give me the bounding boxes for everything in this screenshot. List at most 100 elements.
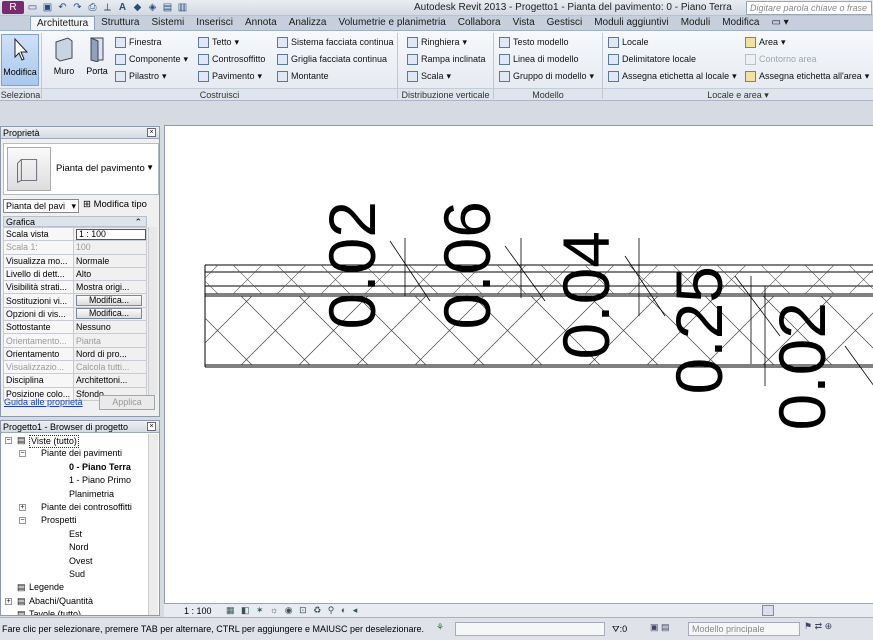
tab-collabora[interactable]: Collabora <box>452 16 507 30</box>
3d-view-icon[interactable]: ◆ <box>131 1 144 14</box>
tab-struttura[interactable]: Struttura <box>95 16 145 30</box>
search-input[interactable]: Digitare parola chiave o frase <box>746 1 872 15</box>
section-icon[interactable]: ◈ <box>146 1 159 14</box>
tree-node[interactable]: Sud <box>1 568 149 581</box>
curtain-system-button[interactable]: Sistema facciata continua <box>277 34 394 50</box>
measure-icon[interactable]: ⟂ <box>101 1 114 14</box>
properties-help-link[interactable]: Guida alle proprietà <box>4 397 83 407</box>
redo-icon[interactable]: ↷ <box>71 1 84 14</box>
room-separator-button[interactable]: Delimitatore locale <box>608 51 696 67</box>
collapse-icon[interactable]: − <box>19 450 26 458</box>
property-row[interactable]: Scala vista 1 : 100 <box>3 226 147 242</box>
dimension-text[interactable]: 0.06 <box>430 201 504 329</box>
view-controls-icons[interactable]: ▦ ◧ ✶ ☼ ◉ ⊡ ♻ ⚲ ◐ ◂ <box>226 605 359 616</box>
wall-button[interactable]: Muro <box>48 34 80 86</box>
property-row[interactable]: Disciplina Architettoni... <box>3 373 147 388</box>
design-option-selector[interactable]: Modello principale <box>688 622 800 636</box>
tree-node[interactable]: 0 - Piano Terra <box>1 461 149 474</box>
tab-modifica[interactable]: Modifica <box>716 16 765 30</box>
area-button[interactable]: Area ▾ <box>745 34 786 50</box>
close-icon[interactable]: × <box>147 128 156 137</box>
tree-node[interactable]: − ▤ Viste (tutto) <box>1 434 149 448</box>
tab-analizza[interactable]: Analizza <box>283 16 333 30</box>
tree-node[interactable]: + ▤ Abachi/Quantità <box>1 595 149 608</box>
print-icon[interactable]: ⎙ <box>86 1 99 14</box>
filter-count[interactable]: ⛛:0 <box>612 624 627 635</box>
tab-architettura[interactable]: Architettura <box>30 16 96 30</box>
open-icon[interactable]: ▭ <box>26 1 39 14</box>
tree-node[interactable]: ▤ Legende <box>1 581 149 594</box>
workset-field[interactable] <box>455 622 605 636</box>
close-views-icon[interactable]: ▤ <box>161 1 174 14</box>
group-header[interactable]: Grafica ⌃ <box>3 216 147 227</box>
dimension-text[interactable]: 0.04 <box>549 231 623 359</box>
property-value[interactable]: Nessuno <box>76 322 111 332</box>
property-value[interactable]: Mostra origi... <box>76 282 129 292</box>
model-line-button[interactable]: Linea di modello <box>499 51 579 67</box>
modify-button[interactable]: Modifica <box>1 34 39 86</box>
edit-type-button[interactable]: ⊞ Modifica tipo <box>83 199 147 210</box>
curtain-grid-button[interactable]: Griglia facciata continua <box>277 51 387 67</box>
property-value[interactable]: Nord di pro... <box>76 349 127 359</box>
roof-button[interactable]: Tetto ▾ <box>198 34 239 50</box>
property-row[interactable]: Sottostante Nessuno <box>3 320 147 335</box>
drawing-canvas[interactable]: 0.02 0.06 0.04 0.25 0.02 <box>164 125 873 603</box>
property-row[interactable]: Orientamento Nord di pro... <box>3 346 147 361</box>
worksharing-icon[interactable]: ⚘ <box>436 622 444 633</box>
tree-node[interactable]: ▤ Tavole (tutto) <box>1 608 149 615</box>
type-selector[interactable]: Pianta del pavimento ▼ <box>3 143 159 195</box>
property-row[interactable]: Scala 1: 100 <box>3 240 147 255</box>
status-tool-icons[interactable]: ⚑ ⇄ ⊕ <box>804 621 832 632</box>
undo-icon[interactable]: ↶ <box>56 1 69 14</box>
property-value[interactable]: Architettoni... <box>76 375 127 385</box>
property-row[interactable]: Orientamento... Pianta <box>3 333 147 348</box>
ramp-button[interactable]: Rampa inclinata <box>407 51 486 67</box>
scrollbar[interactable] <box>148 227 157 395</box>
property-row[interactable]: Visibilità strati... Mostra origi... <box>3 280 147 295</box>
mullion-button[interactable]: Montante <box>277 68 329 84</box>
tab-moduli-aggiuntivi[interactable]: Moduli aggiuntivi <box>588 16 675 30</box>
dropdown-arrow-icon[interactable]: ▾ <box>764 90 769 100</box>
model-text-button[interactable]: Testo modello <box>499 34 569 50</box>
tab-sistemi[interactable]: Sistemi <box>146 16 191 30</box>
tree-node[interactable]: − Piante dei pavimenti <box>1 447 149 460</box>
view-scale[interactable]: 1 : 100 <box>184 606 212 616</box>
property-row[interactable]: Livello di dett... Alto <box>3 266 147 282</box>
property-value[interactable]: 1 : 100 <box>76 228 146 240</box>
expand-icon[interactable]: + <box>5 597 12 605</box>
collapse-icon[interactable]: − <box>19 517 26 525</box>
column-button[interactable]: Pilastro ▾ <box>115 68 167 84</box>
save-icon[interactable]: ▣ <box>41 1 54 14</box>
ribbon-minimize-button[interactable]: ▭ ▾ <box>765 16 794 30</box>
tab-moduli[interactable]: Moduli <box>675 16 716 30</box>
floor-button[interactable]: Pavimento ▾ <box>198 68 262 84</box>
tree-node[interactable]: Ovest <box>1 555 149 568</box>
dimension-text[interactable]: 0.02 <box>765 302 839 430</box>
tab-gestisci[interactable]: Gestisci <box>541 16 589 30</box>
close-icon[interactable]: × <box>147 422 156 431</box>
tree-node[interactable]: 1 - Piano Primo <box>1 474 149 487</box>
design-options-icons[interactable]: ▣ ▤ <box>650 622 670 633</box>
expand-icon[interactable]: + <box>19 503 26 511</box>
stair-button[interactable]: Scala ▾ <box>407 68 451 84</box>
text-icon[interactable]: A <box>116 1 129 14</box>
tree-node[interactable]: Nord <box>1 541 149 554</box>
scrollbar[interactable] <box>148 434 158 615</box>
dimension-text[interactable]: 0.25 <box>662 266 736 394</box>
model-group-button[interactable]: Gruppo di modello ▾ <box>499 68 594 84</box>
tab-inserisci[interactable]: Inserisci <box>190 16 239 30</box>
tag-room-button[interactable]: Assegna etichetta al locale ▾ <box>608 68 737 84</box>
door-button[interactable]: Porta <box>82 34 112 86</box>
switch-windows-icon[interactable]: ▥ <box>176 1 189 14</box>
property-row[interactable]: Visualizza mo... Normale <box>3 253 147 268</box>
property-value[interactable]: Alto <box>76 269 91 279</box>
tree-node[interactable]: + Piante dei controsoffitti <box>1 501 149 514</box>
railing-button[interactable]: Ringhiera ▾ <box>407 34 467 50</box>
tree-node[interactable]: Planimetria <box>1 488 149 501</box>
edit-property-button[interactable]: Modifica... <box>76 295 142 307</box>
property-row[interactable]: Opzioni di vis... Modifica... <box>3 306 147 322</box>
instance-selector[interactable]: Pianta del pavi ▾ <box>3 199 79 213</box>
tab-volumetrie-e-planimetria[interactable]: Volumetrie e planimetria <box>333 16 452 30</box>
component-button[interactable]: Componente ▾ <box>115 51 188 67</box>
tab-annota[interactable]: Annota <box>239 16 283 30</box>
